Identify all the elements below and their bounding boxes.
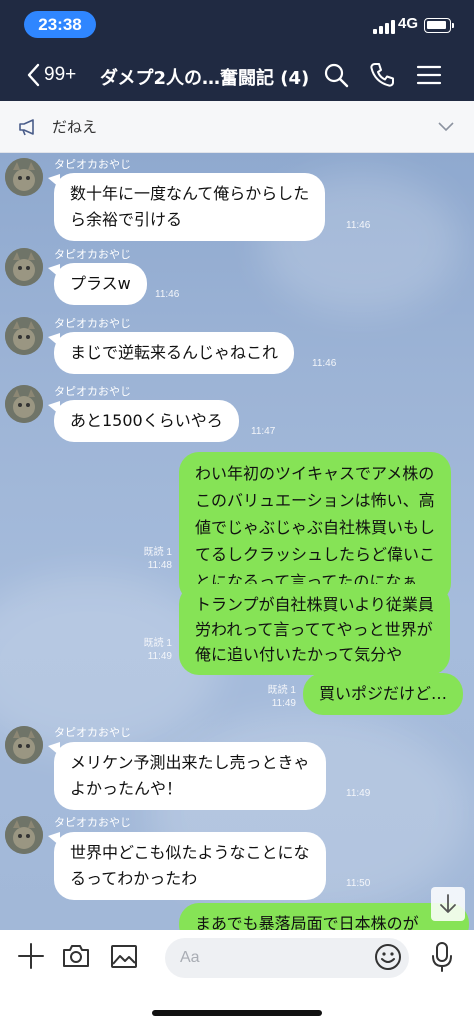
message-bubble[interactable]: 数十年に一度なんて俺らからした ら余裕で引ける xyxy=(54,173,326,241)
sender-name: タピオカおやじ xyxy=(54,158,131,171)
message-line: 俺に追い付いたかって気分や xyxy=(195,645,403,664)
message-time: 11:46 xyxy=(346,220,371,231)
message-time: 11:49 xyxy=(271,698,296,709)
input-bar xyxy=(0,930,474,1024)
search-icon[interactable] xyxy=(322,61,350,89)
avatar[interactable] xyxy=(5,385,43,423)
message-bubble[interactable]: まあでも暴落局面で日本株のが xyxy=(179,903,469,930)
message-bubble[interactable]: あと1500くらいやろ xyxy=(54,400,239,442)
announcement-text: だねえ xyxy=(52,118,98,136)
image-icon[interactable] xyxy=(109,941,139,971)
message-line: まあでも暴落局面で日本株のが xyxy=(195,914,419,930)
battery-icon xyxy=(424,18,451,33)
message-line: プラスw xyxy=(70,274,131,293)
message-read-status: 既読 1 xyxy=(267,685,296,696)
message-time: 11:50 xyxy=(346,878,371,889)
header: 23:38 4G 99+ ダメプ2人の…奮闘記 (4) xyxy=(0,0,474,101)
message-line: よかったんや！ xyxy=(70,779,183,798)
message-read-status: 既読 1 xyxy=(143,547,172,558)
status-time: 23:38 xyxy=(24,11,96,38)
message-line: トランプが自社株買いより従業員 xyxy=(195,595,434,614)
sender-name: タピオカおやじ xyxy=(54,816,131,829)
message-time: 11:47 xyxy=(251,426,276,437)
arrow-down-icon xyxy=(440,894,456,913)
message-line: てるしクラッシュしたらど偉いこ xyxy=(195,545,436,564)
message-bubble[interactable]: まじで逆転来るんじゃねこれ xyxy=(54,332,295,374)
message-bubble[interactable]: プラスw xyxy=(54,263,147,305)
message-line: 値でじゃぶじゃぶ自社株買いもし xyxy=(195,518,436,537)
unread-count: 99+ xyxy=(44,64,77,85)
megaphone-icon xyxy=(19,119,34,136)
microphone-icon[interactable] xyxy=(428,941,456,973)
avatar[interactable] xyxy=(5,158,43,196)
message-line: 世界中どこも似たようなことにな xyxy=(70,843,310,862)
message-line: メリケン予測出来たし売っときゃ xyxy=(70,753,310,772)
back-button[interactable]: 99+ xyxy=(26,58,76,92)
sender-name: タピオカおやじ xyxy=(54,248,131,261)
camera-icon[interactable] xyxy=(61,941,91,971)
sender-name: タピオカおやじ xyxy=(54,726,131,739)
status-bar: 23:38 4G xyxy=(0,0,474,46)
sender-name: タピオカおやじ xyxy=(54,317,131,330)
message-time: 11:46 xyxy=(155,289,180,300)
message-bubble[interactable]: 買いポジだけど… xyxy=(303,673,464,715)
emoji-icon[interactable] xyxy=(374,943,402,971)
chevron-left-icon xyxy=(27,63,40,87)
chat-title: ダメプ2人の…奮闘記 (4) xyxy=(100,68,310,89)
plus-icon[interactable] xyxy=(16,941,46,971)
menu-icon[interactable] xyxy=(415,61,443,89)
message-line: このバリュエーションは怖い、高 xyxy=(195,491,435,510)
message-read-status: 既読 1 xyxy=(143,638,172,649)
message-time: 11:49 xyxy=(346,788,371,799)
signal-icon xyxy=(373,20,395,34)
battery-tip xyxy=(452,23,454,28)
scroll-to-bottom-button[interactable] xyxy=(431,887,465,921)
message-line: ら余裕で引ける xyxy=(70,210,183,229)
message-input[interactable] xyxy=(165,938,409,978)
message-bubble[interactable]: 世界中どこも似たようなことにな るってわかったわ xyxy=(54,832,326,900)
message-time: 11:49 xyxy=(147,651,172,662)
home-indicator xyxy=(152,1010,322,1016)
message-line: 買いポジだけど… xyxy=(319,684,448,703)
message-line: 労われって言っててやっと世界が xyxy=(195,620,433,639)
nav-bar: 99+ ダメプ2人の…奮闘記 (4) xyxy=(0,50,474,100)
message-bubble[interactable]: トランプが自社株買いより従業員 労われって言っててやっと世界が 俺に追い付いたか… xyxy=(179,584,450,675)
message-bubble[interactable]: わい年初のツイキャスでアメ株の このバリュエーションは怖い、高 値でじゃぶじゃぶ… xyxy=(179,452,452,603)
message-line: 数十年に一度なんて俺らからした xyxy=(70,184,310,203)
message-time: 11:46 xyxy=(312,358,337,369)
avatar[interactable] xyxy=(5,726,43,764)
announcement-bar[interactable]: だねえ xyxy=(0,101,474,153)
avatar[interactable] xyxy=(5,248,43,286)
message-time: 11:48 xyxy=(147,560,172,571)
avatar[interactable] xyxy=(5,317,43,355)
message-line: るってわかったわ xyxy=(70,869,198,888)
chat-area[interactable]: タピオカおやじ 数十年に一度なんて俺らからした ら余裕で引ける 11:46 タピオ… xyxy=(0,153,474,930)
chevron-down-icon[interactable] xyxy=(437,120,455,132)
phone-icon[interactable] xyxy=(368,61,396,89)
message-line: あと1500くらいやろ xyxy=(70,411,223,430)
message-line: わい年初のツイキャスでアメ株の xyxy=(195,464,435,483)
network-label: 4G xyxy=(398,15,419,32)
sender-name: タピオカおやじ xyxy=(54,385,131,398)
message-line: まじで逆転来るんじゃねこれ xyxy=(70,343,279,362)
avatar[interactable] xyxy=(5,816,43,854)
message-bubble[interactable]: メリケン予測出来たし売っときゃ よかったんや！ xyxy=(54,742,326,810)
